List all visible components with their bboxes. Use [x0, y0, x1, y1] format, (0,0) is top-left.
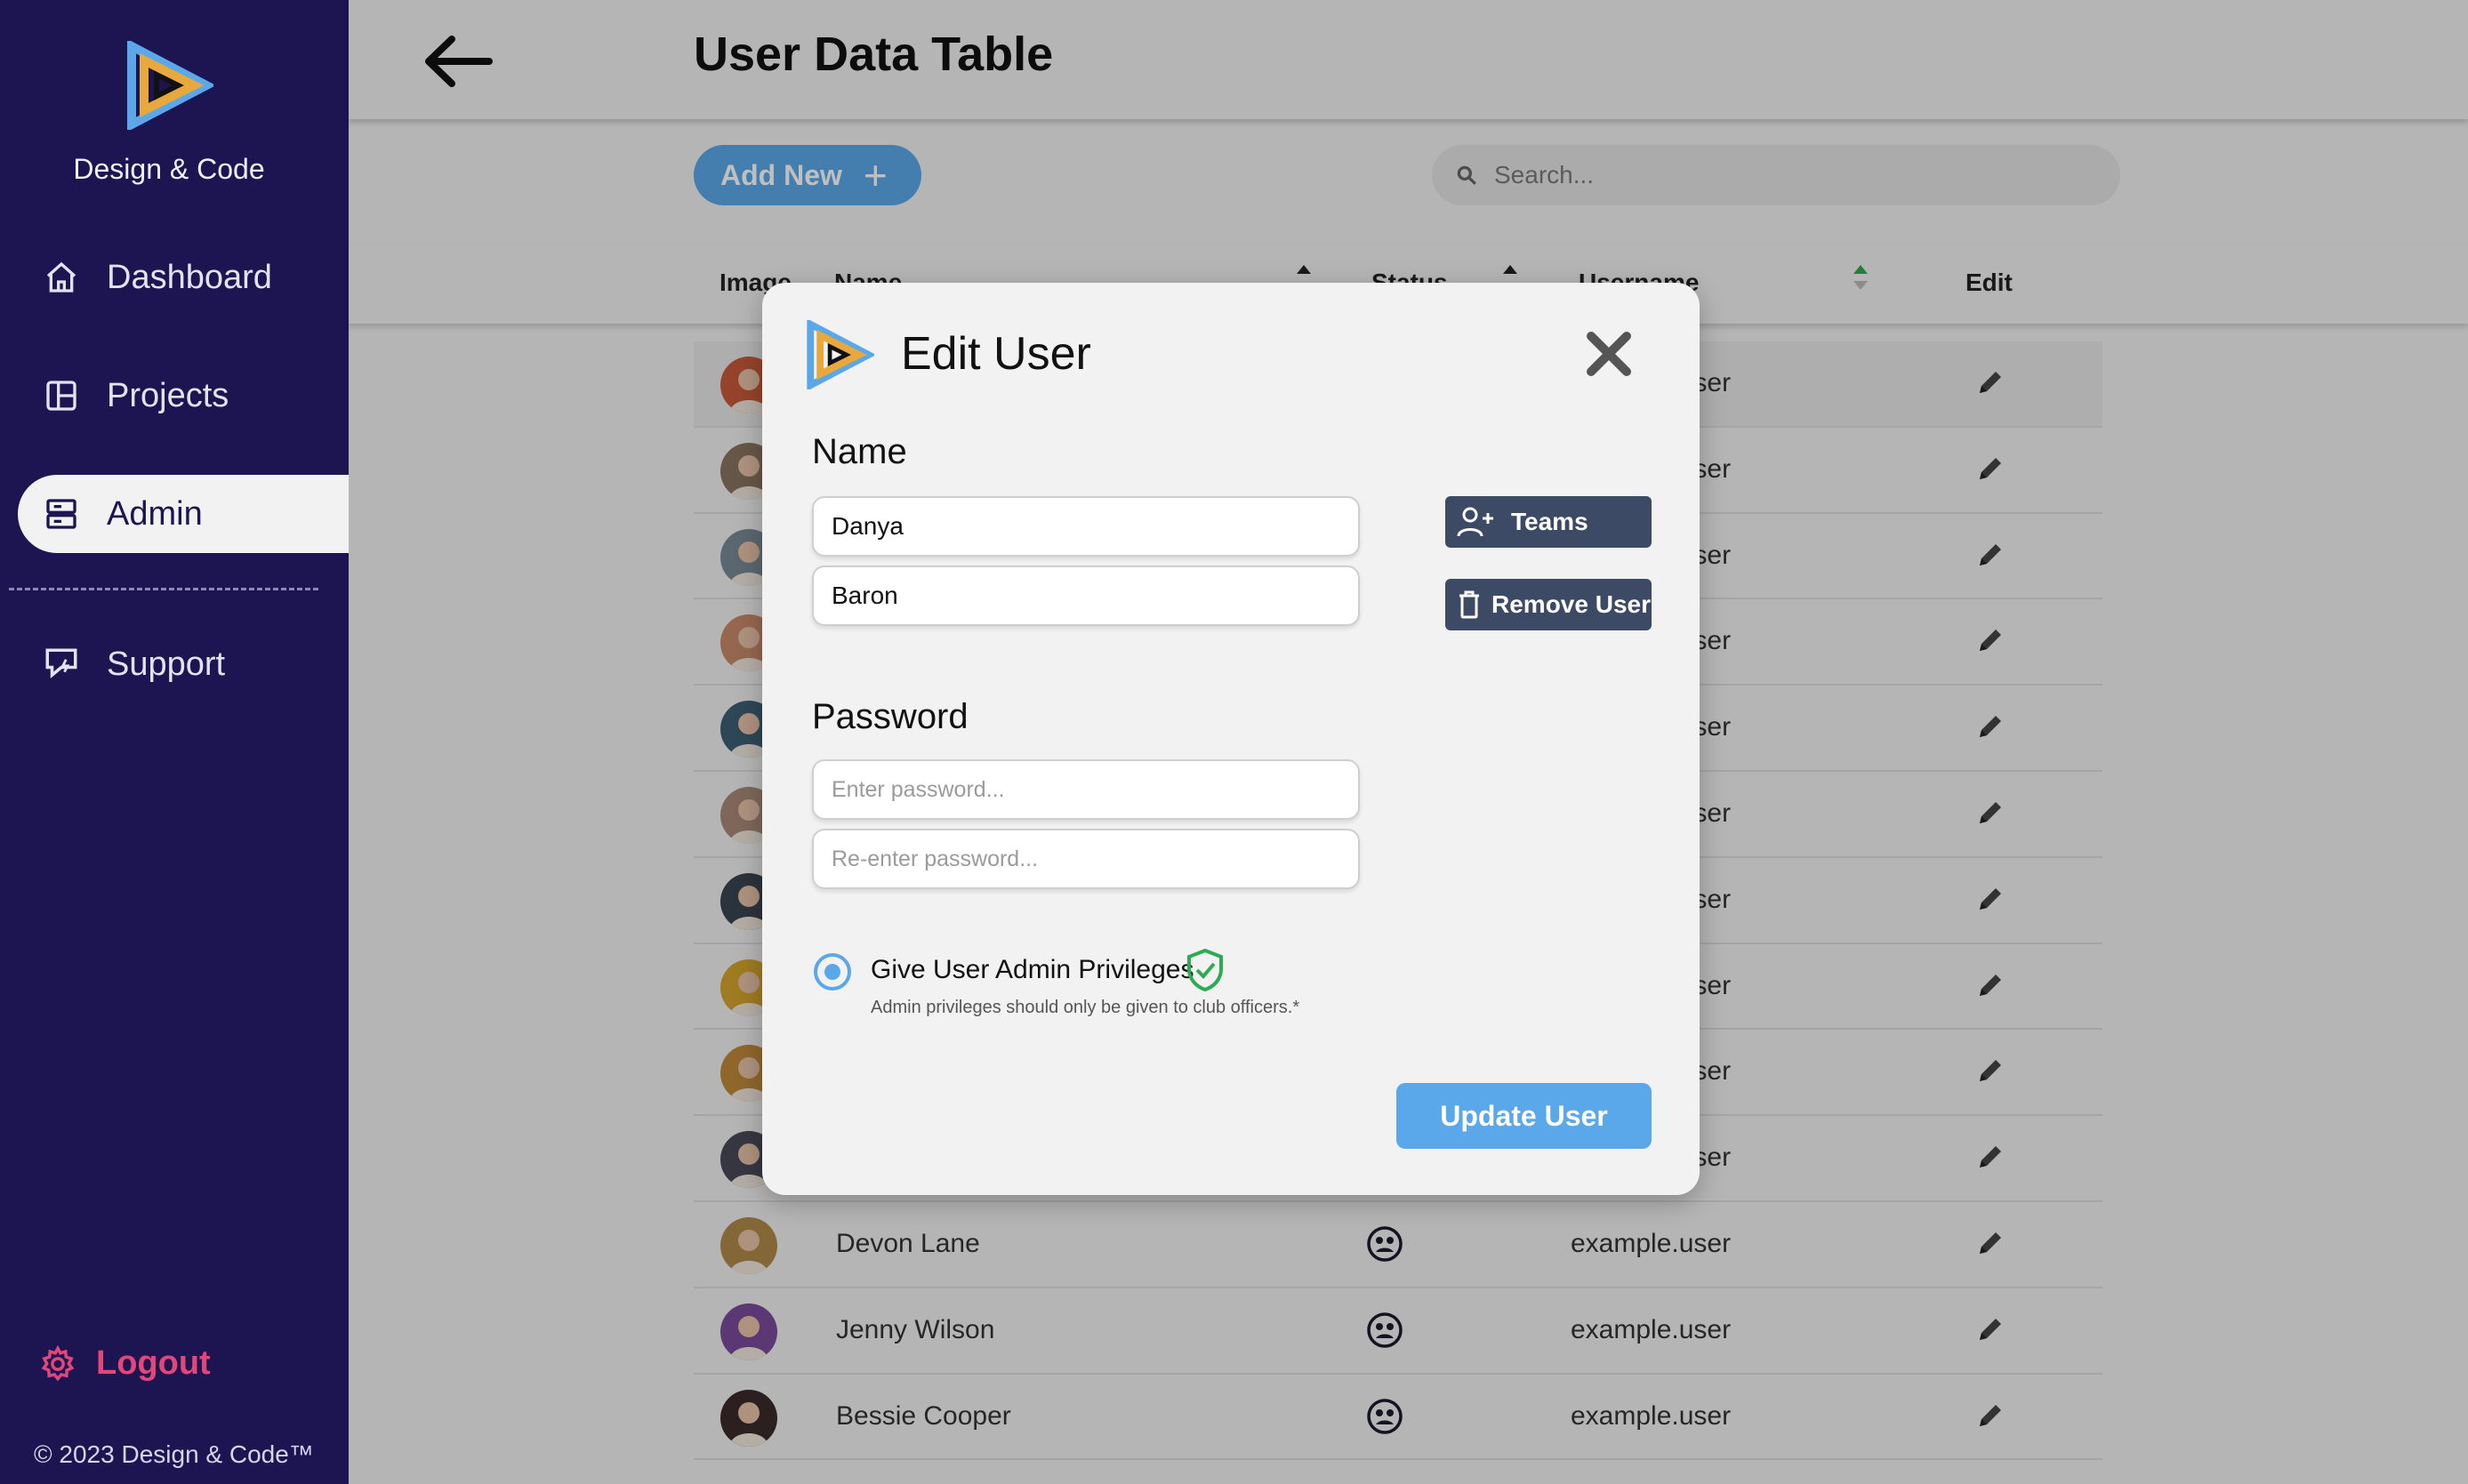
sidebar-item-support[interactable]: Support [18, 625, 349, 703]
name-label: Name [812, 432, 907, 471]
brand-name: Design & Code [73, 153, 265, 185]
first-name-field[interactable]: Danya [812, 496, 1360, 557]
sidebar: Design & Code Dashboard Projects Admin S… [0, 0, 349, 1484]
sidebar-item-label: Admin [107, 494, 203, 533]
trash-icon [1456, 587, 1483, 622]
copyright: © 2023 Design & Code™ [34, 1440, 314, 1468]
logout-button[interactable]: Logout [39, 1344, 211, 1383]
teams-label: Teams [1511, 508, 1588, 535]
sidebar-item-admin[interactable]: Admin [18, 475, 349, 553]
edit-user-modal: Edit User Name Danya Baron Teams Remove … [762, 283, 1700, 1195]
add-user-icon [1456, 504, 1495, 540]
last-name-field[interactable]: Baron [812, 566, 1360, 626]
password-label: Password [812, 697, 969, 736]
admin-privileges-label: Give User Admin Privileges [871, 955, 1194, 984]
remove-user-button[interactable]: Remove User [1445, 579, 1652, 630]
shield-check-icon [1187, 948, 1223, 992]
sidebar-item-label: Projects [107, 376, 229, 414]
layout-icon [41, 375, 82, 416]
brand-logo [807, 320, 874, 389]
update-user-button[interactable]: Update User [1396, 1083, 1652, 1149]
password-confirm-field[interactable]: Re-enter password... [812, 829, 1360, 889]
sidebar-item-label: Support [107, 645, 226, 683]
admin-privileges-note: Admin privileges should only be given to… [871, 998, 1300, 1017]
password-field[interactable]: Enter password... [812, 759, 1360, 820]
server-icon [41, 493, 82, 534]
sidebar-item-dashboard[interactable]: Dashboard [18, 238, 349, 317]
admin-privileges-radio[interactable] [814, 953, 851, 991]
radio-selected-dot [824, 964, 840, 980]
gear-icon [39, 1344, 76, 1383]
brand-logo [127, 41, 213, 130]
modal-title: Edit User [901, 328, 1091, 380]
nav-divider [9, 588, 318, 590]
sidebar-item-label: Dashboard [107, 258, 272, 296]
logout-label: Logout [96, 1344, 211, 1382]
chat-support-icon [41, 644, 82, 685]
close-icon[interactable] [1582, 327, 1636, 381]
home-icon [41, 257, 82, 298]
remove-user-label: Remove User [1491, 590, 1651, 618]
sidebar-item-projects[interactable]: Projects [18, 357, 349, 435]
teams-button[interactable]: Teams [1445, 496, 1652, 548]
